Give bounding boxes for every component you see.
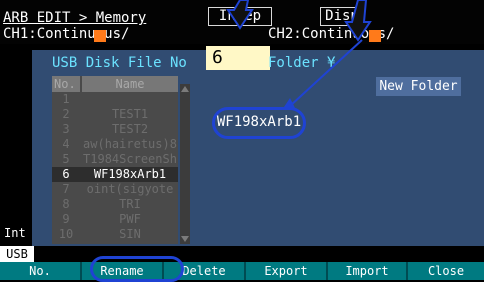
arrowhead-icon: [282, 98, 296, 110]
arrow-to-file-number-icon: [226, 0, 254, 30]
leader-line-icon: [289, 39, 363, 107]
arrow-to-file-name-icon: [344, 0, 372, 42]
annotation-arrows: [226, 0, 372, 110]
